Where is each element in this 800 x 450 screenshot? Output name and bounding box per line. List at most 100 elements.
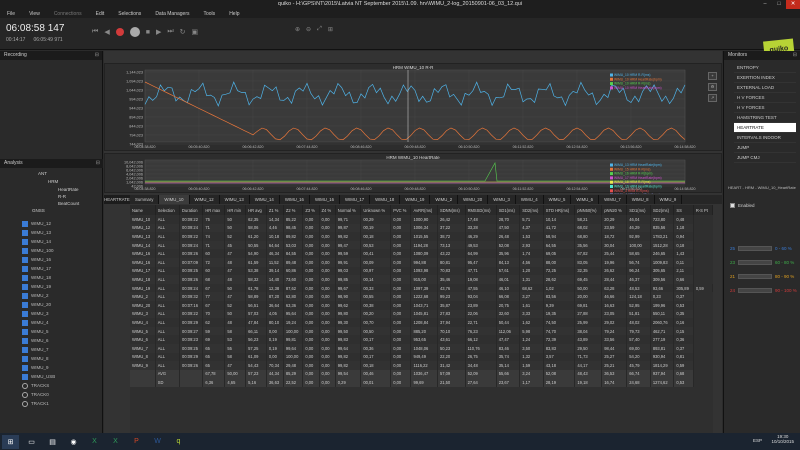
table-row[interactable]: SD 6,36 4,65 5,16 36,63 22,52 0,00 0,00 0,29 00,0… [130, 378, 713, 387]
tab-wimu_14[interactable]: WIMU_14 [250, 195, 280, 204]
column-header[interactable]: Z4 % [319, 205, 336, 215]
tree-node-rr[interactable]: R-R [0, 194, 103, 201]
tab-wimu_12[interactable]: WIMU_12 [190, 195, 220, 204]
tab-wimu_7[interactable]: WIMU_7 [599, 195, 627, 204]
column-header[interactable]: SD1(ms) [626, 205, 651, 215]
play-icon[interactable] [129, 27, 140, 37]
maximize-icon[interactable]: □ [772, 0, 786, 9]
table-row[interactable]: WIMU_12 ALL 00:09:24 71 50 58,06 4,46 98,45 0,00… [130, 223, 713, 233]
table-row[interactable]: WIMU_8 ALL 00:09:29 65 58 61,09 0,00 100,00 0,00… [130, 352, 713, 362]
monitor-item[interactable]: INTERVALS INDOOR [734, 133, 796, 143]
forward-icon[interactable]: ▶ [156, 28, 161, 36]
column-header[interactable]: Z2 % [283, 205, 304, 215]
zone-bar[interactable] [738, 273, 773, 279]
heartrate-tab-label[interactable]: HEARTRATE [104, 195, 130, 204]
tab-wimu_8[interactable]: WIMU_8 [627, 195, 655, 204]
tree-node-tracks[interactable]: TRACKS [0, 381, 103, 390]
column-header[interactable]: Name [130, 205, 156, 215]
column-header[interactable]: HR avg [245, 205, 267, 215]
minimize-icon[interactable]: – [758, 0, 772, 9]
tree-node-gnss[interactable]: GNSS [0, 208, 103, 216]
tab-wimu_5[interactable]: WIMU_5 [544, 195, 572, 204]
tree-node-wimu[interactable]: WIMU_2 [0, 291, 103, 300]
column-header[interactable]: Selection [155, 205, 181, 215]
table-row[interactable]: WIMU_9 ALL 00:09:26 65 47 54,43 70,34 29,48 0,00… [130, 361, 713, 370]
column-header[interactable]: PVC % [390, 205, 412, 215]
column-header[interactable]: pNN20 % [601, 205, 628, 215]
tree-node-wimu[interactable]: WIMU_100 [0, 246, 103, 255]
menu-selections[interactable]: Selections [111, 11, 148, 17]
table-row[interactable]: AVG 67,78 50,00 57,23 44,34 85,29 0,00 0,00 99,5… [130, 369, 713, 379]
column-header[interactable]: Unknown % [360, 205, 392, 215]
tab-summary[interactable]: Summary [130, 195, 160, 204]
zone-bar[interactable] [738, 259, 773, 265]
table-row[interactable]: WIMU_17 ALL 00:09:25 60 47 53,38 39,14 60,86 0,0… [130, 266, 713, 276]
tree-node-wimu[interactable]: WIMU_19 [0, 282, 103, 291]
monitor-item[interactable]: JUMP CMJ [734, 153, 796, 163]
table-row[interactable]: WIMU_16 ALL 00:07:09 72 48 61,59 11,52 89,48 0,0… [130, 257, 713, 267]
column-header[interactable]: Z3 % [302, 205, 320, 215]
tree-node-wimu[interactable]: WIMU_12 [0, 219, 103, 228]
tree-node-wimu[interactable]: WIMU_USB [0, 372, 103, 381]
tree-node-hrm[interactable]: HRM [0, 179, 103, 187]
settings-icon[interactable]: ⚙ [708, 83, 717, 91]
table-row[interactable]: WIMU_3 ALL 00:09:22 70 50 57,03 4,05 95,64 0,00 0… [130, 309, 713, 319]
enabled-toggle[interactable]: Enabled [730, 203, 755, 208]
fit-icon[interactable]: ⤢ [317, 26, 322, 33]
tab-wimu_9[interactable]: WIMU_9 [655, 195, 683, 204]
table-row[interactable]: WIMU_14 ALL 00:09:24 71 45 50,55 64,64 53,03 0,0… [130, 240, 713, 250]
tab-wimu_10[interactable]: WIMU_10 [159, 195, 190, 204]
excel-icon[interactable]: X [86, 435, 103, 449]
file-explorer-icon[interactable]: ▭ [23, 435, 40, 449]
powerpoint-icon[interactable]: P [128, 435, 145, 449]
tab-wimu_18[interactable]: WIMU_18 [370, 195, 401, 204]
tree-node-wimu[interactable]: WIMU_16 [0, 255, 103, 264]
tree-node-beatcount[interactable]: BeatCount [0, 201, 103, 208]
tab-wimu_16[interactable]: WIMU_16 [280, 195, 310, 204]
menu-view[interactable]: View [22, 11, 47, 17]
tree-node-wimu[interactable]: WIMU_5 [0, 327, 103, 336]
column-header[interactable]: SD1(ms) [496, 205, 521, 215]
monitor-item[interactable]: ENTROPY [734, 63, 796, 73]
tab-wimu_20[interactable]: WIMU_20 [458, 195, 489, 204]
folder-icon[interactable]: ▤ [44, 435, 61, 449]
column-header[interactable]: SD2(ms) [519, 205, 544, 215]
pin-icon[interactable]: ⊟ [95, 51, 99, 60]
table-row[interactable]: WIMU_18 ALL 00:09:26 68 48 58,32 14,40 73,60 0,0… [130, 275, 713, 284]
tree-node-wimu[interactable]: WIMU_8 [0, 354, 103, 363]
table-row[interactable]: WIMU_4 ALL 00:09:29 62 48 47,84 80,10 19,24 0,00… [130, 318, 713, 327]
table-row[interactable]: WIMU_19 ALL 00:09:24 67 50 61,78 12,38 87,62 0,0… [130, 283, 713, 293]
column-header[interactable]: SDNN(ms) [437, 205, 466, 215]
tree-node-wimu[interactable]: WIMU_13 [0, 228, 103, 237]
tree-node-wimu[interactable]: WIMU_4 [0, 318, 103, 327]
lock-icon[interactable]: ▣ [192, 28, 199, 36]
tab-wimu_4[interactable]: WIMU_4 [516, 195, 544, 204]
tree-node-heartrate[interactable]: HeartRate [0, 187, 103, 194]
column-header[interactable]: R-S Pt [693, 205, 713, 215]
record-icon[interactable] [115, 28, 124, 36]
monitor-item[interactable]: JUMP [734, 143, 796, 153]
zoom-icon[interactable]: + [708, 72, 717, 80]
tree-node-wimu[interactable]: WIMU_3 [0, 309, 103, 318]
menu-edit[interactable]: Edit [89, 11, 112, 17]
zone-bar[interactable] [738, 245, 773, 251]
tab-wimu_17[interactable]: WIMU_17 [340, 195, 371, 204]
skip-back-icon[interactable]: ⏮ [92, 28, 98, 36]
menu-help[interactable]: Help [222, 11, 246, 17]
rewind-icon[interactable]: ◀ [104, 28, 109, 36]
excel2-icon[interactable]: X [107, 435, 124, 449]
menu-data-managers[interactable]: Data Managers [148, 11, 196, 17]
table-row[interactable]: WIMU_6 ALL 00:09:23 69 53 56,23 0,19 99,81 0,00 0… [130, 335, 713, 344]
stop-icon[interactable]: ■ [146, 29, 150, 36]
loop-icon[interactable]: ↻ [180, 28, 186, 36]
column-header[interactable]: RMSSD(ms) [465, 205, 497, 215]
word-icon[interactable]: W [149, 435, 166, 449]
tree-node-wimu[interactable]: WIMU_14 [0, 237, 103, 246]
menu-connections[interactable]: Connections [47, 11, 89, 17]
quiko-taskbar-icon[interactable]: q [170, 435, 187, 449]
tab-wimu_16[interactable]: WIMU_16 [310, 195, 341, 204]
skip-forward-icon[interactable]: ⏭ [167, 28, 173, 36]
column-header[interactable]: HR max [202, 205, 226, 215]
column-header[interactable]: Z1 % [266, 205, 284, 215]
tab-wimu_2[interactable]: WIMU_2 [430, 195, 459, 204]
